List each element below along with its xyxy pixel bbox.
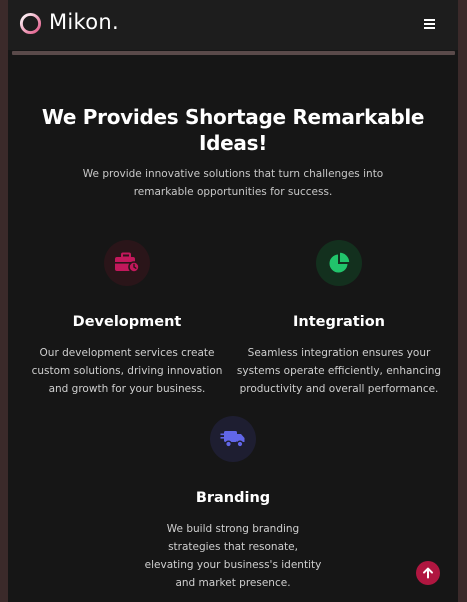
navbar: Mikon. (8, 0, 458, 50)
briefcase-icon (115, 252, 140, 273)
service-icon-wrapper (104, 240, 150, 286)
menu-button[interactable] (422, 14, 440, 34)
truck-icon (220, 431, 245, 448)
service-icon-wrapper (316, 240, 362, 286)
service-icon-wrapper (210, 416, 256, 462)
service-card-branding: Branding We build strong branding strate… (128, 416, 338, 592)
service-card-development: Development Our development services cre… (22, 240, 232, 398)
scroll-to-top-button[interactable] (416, 561, 440, 585)
section-subtitle: We provide innovative solutions that tur… (82, 168, 384, 198)
service-title: Branding (195, 490, 271, 506)
arrow-up-icon (423, 567, 433, 579)
pie-chart-icon (329, 252, 350, 273)
hamburger-menu-icon-bar (424, 27, 435, 29)
service-description: Seamless integration ensures your system… (236, 347, 442, 395)
service-description: We build strong branding strategies that… (144, 523, 322, 589)
hamburger-menu-icon-bar (424, 23, 435, 25)
service-description: Our development services create custom s… (31, 347, 223, 395)
section-title: We Provides Shortage Remarkable Ideas! (41, 105, 425, 155)
brand-logo-text[interactable]: Mikon. (49, 10, 119, 34)
nav-divider (12, 51, 455, 55)
service-title: Integration (293, 314, 385, 330)
logo-ring-icon (19, 12, 42, 35)
hamburger-menu-icon (424, 19, 435, 21)
service-card-integration: Integration Seamless integration ensures… (234, 240, 444, 398)
service-title: Development (72, 314, 182, 330)
page-frame: Mikon. We Provides Shortage Remarkable I… (8, 0, 458, 602)
